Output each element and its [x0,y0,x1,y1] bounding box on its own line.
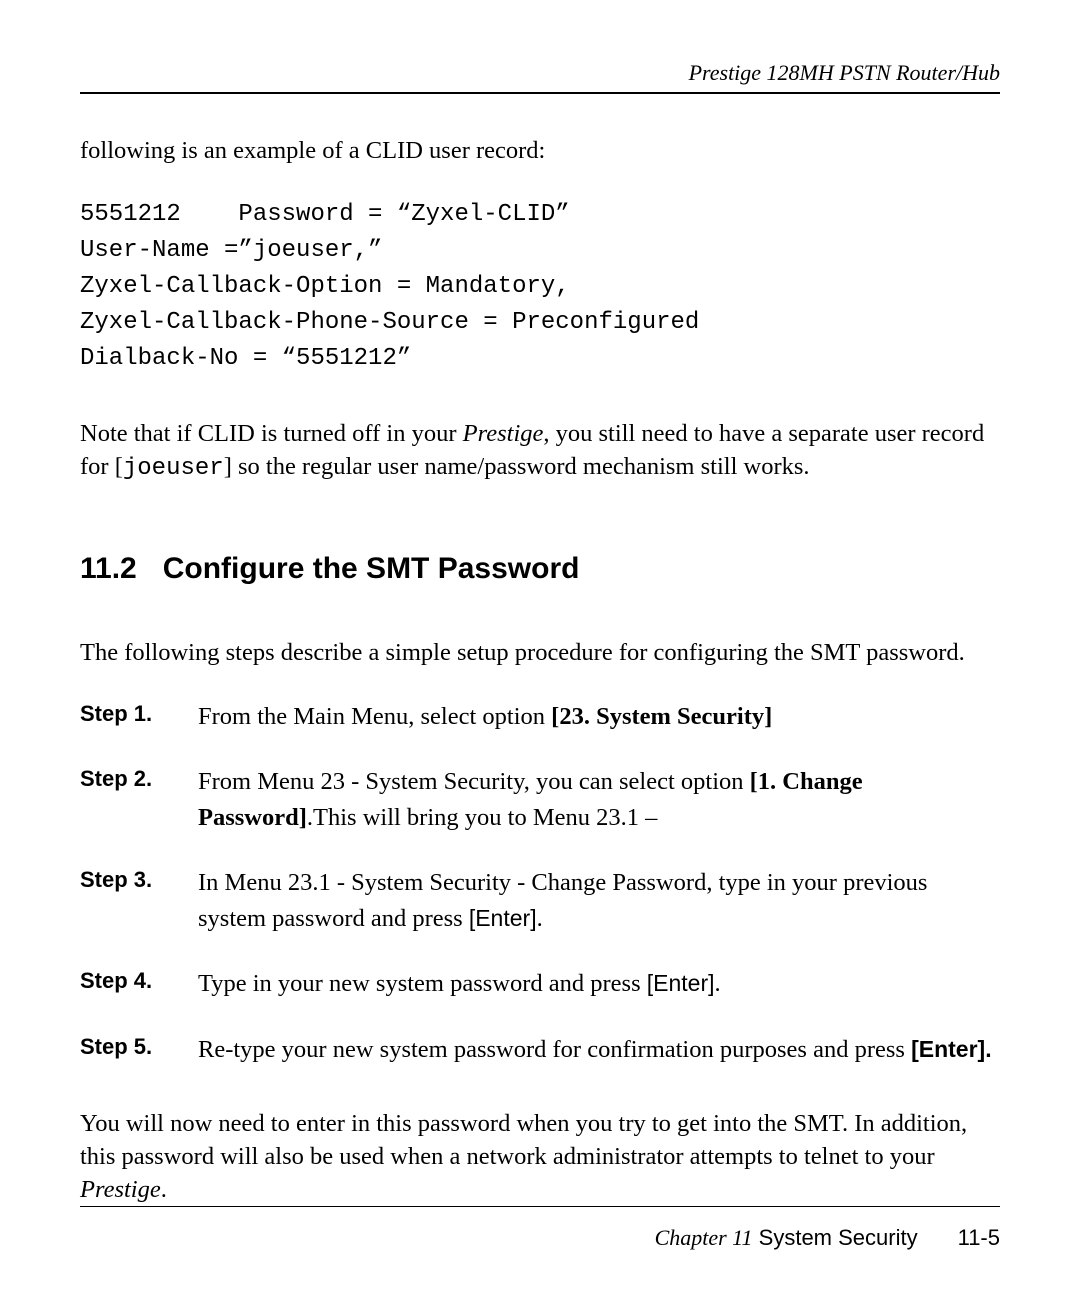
footer-chapter-label: Chapter 11 [655,1225,753,1250]
footer-page-number: 11-5 [958,1225,1000,1250]
closing-text: You will now need to enter in this passw… [80,1110,967,1170]
step-enter-key: [Enter] [647,970,715,996]
step-text: From Menu 23 - System Security, you can … [198,764,1000,835]
step-label: Step 2. [80,764,172,792]
step-item: Step 2. From Menu 23 - System Security, … [80,764,1000,835]
step-label: Step 1. [80,699,172,727]
step-item: Step 5. Re-type your new system password… [80,1032,1000,1068]
steps-list: Step 1. From the Main Menu, select optio… [80,699,1000,1068]
note-text: ] so the regular user name/password mech… [224,453,810,480]
step-enter-key: [Enter] [469,905,537,931]
note-paragraph: Note that if CLID is turned off in your … [80,417,1000,485]
footer-chapter-title: System Security [753,1225,918,1250]
closing-italic: Prestige [80,1176,161,1203]
note-italic: Prestige [463,420,544,447]
code-line: Zyxel-Callback-Option = Mandatory, [80,273,570,300]
step-text-span: . [537,905,543,932]
step-label: Step 5. [80,1032,172,1060]
step-text-span: .This will bring you to Menu 23.1 – [307,804,657,831]
page-footer: Chapter 11 System Security 11-5 [80,1206,1000,1251]
running-header: Prestige 128MH PSTN Router/Hub [80,60,1000,94]
step-text: Re-type your new system password for con… [198,1032,992,1068]
section-title: Configure the SMT Password [163,552,580,586]
closing-paragraph: You will now need to enter in this passw… [80,1107,1000,1206]
closing-text: . [161,1176,167,1203]
step-text: From the Main Menu, select option [23. S… [198,699,772,735]
note-text: Note that if CLID is turned off in your [80,420,463,447]
step-text: In Menu 23.1 - System Security - Change … [198,865,1000,936]
step-text-span: From the Main Menu, select option [198,703,551,730]
section-heading: 11.2 Configure the SMT Password [80,552,1000,586]
code-line: Zyxel-Callback-Phone-Source = Preconfigu… [80,309,699,336]
section-number: 11.2 [80,552,137,586]
step-item: Step 4. Type in your new system password… [80,966,1000,1002]
step-item: Step 3. In Menu 23.1 - System Security -… [80,865,1000,936]
step-enter-key: [Enter]. [911,1036,992,1062]
step-label: Step 4. [80,966,172,994]
step-label: Step 3. [80,865,172,893]
code-line: 5551212 Password = “Zyxel-CLID” [80,201,570,228]
step-text-span: Type in your new system password and pre… [198,970,647,997]
code-example: 5551212 Password = “Zyxel-CLID” User-Nam… [80,197,1000,377]
note-mono: joeuser [123,455,224,482]
code-line: User-Name =”joeuser,” [80,237,382,264]
section-intro: The following steps describe a simple se… [80,636,1000,669]
step-item: Step 1. From the Main Menu, select optio… [80,699,1000,735]
step-text: Type in your new system password and pre… [198,966,721,1002]
step-text-span: In Menu 23.1 - System Security - Change … [198,869,927,932]
step-text-span: Re-type your new system password for con… [198,1036,911,1063]
step-text-span: . [715,970,721,997]
code-line: Dialback-No = “5551212” [80,345,411,372]
intro-paragraph: following is an example of a CLID user r… [80,134,1000,167]
document-page: Prestige 128MH PSTN Router/Hub following… [0,0,1080,1311]
step-text-span: From Menu 23 - System Security, you can … [198,768,750,795]
step-bold: [23. System Security] [551,703,772,730]
